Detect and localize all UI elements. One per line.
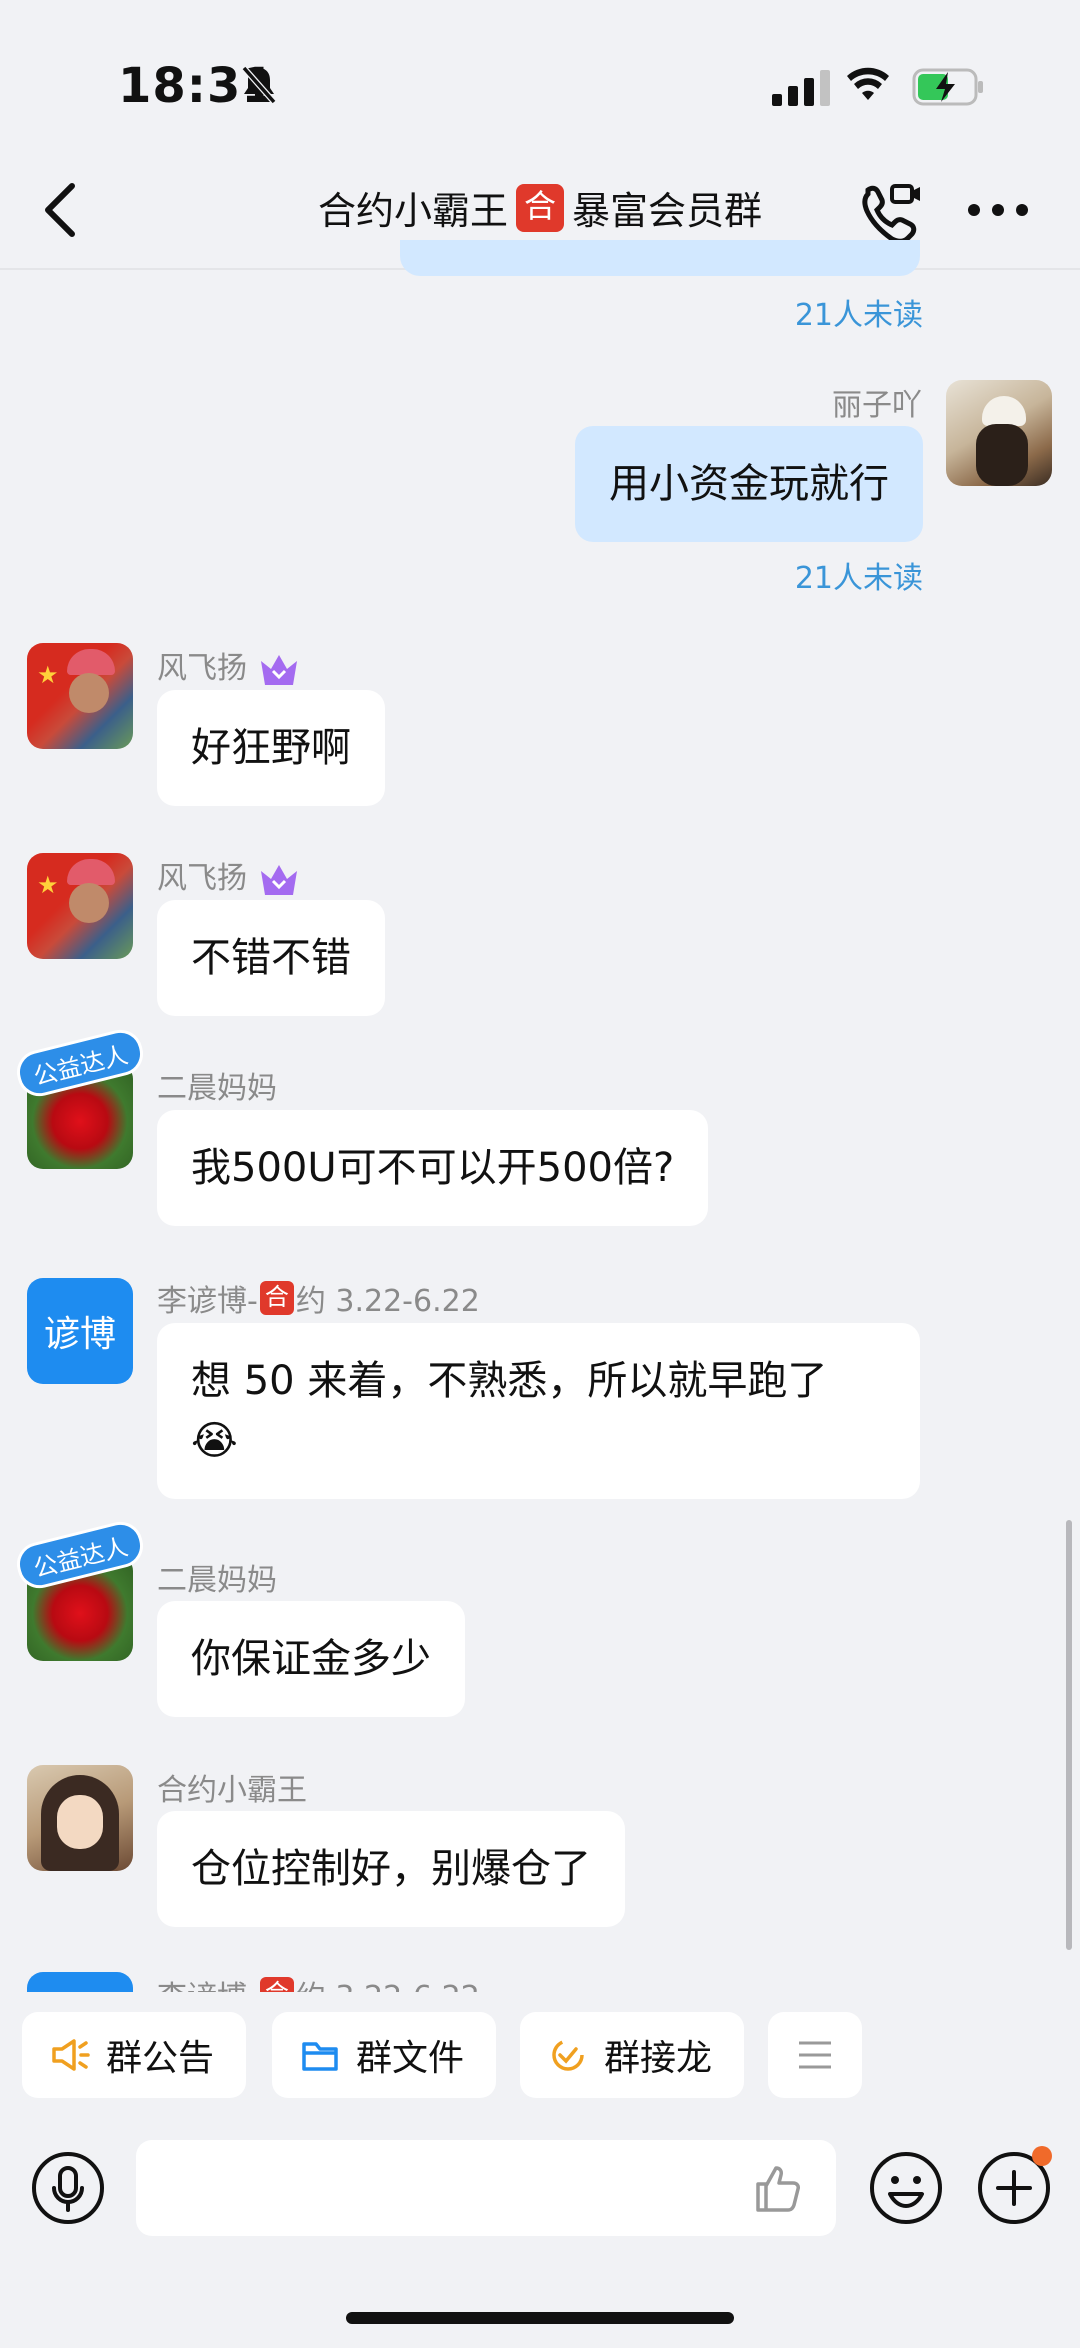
sender-tag: 约 3.22-6.22 [295, 1284, 480, 1319]
relay-button[interactable]: 群接龙 [520, 2012, 744, 2098]
home-indicator[interactable] [346, 2312, 734, 2324]
crown-icon [261, 864, 297, 895]
message-bubble[interactable]: 不错不错 [157, 900, 385, 1016]
crying-emoji: 😭 [191, 1418, 238, 1464]
sender-line: 风飞扬 [157, 853, 299, 897]
previous-bubble-fragment [400, 240, 920, 276]
sender-line: 李谚博- 合 约 3.22-6.22 [157, 1276, 480, 1320]
sender-name: 李谚博- [157, 1284, 258, 1319]
sender-line: 李谚博- 合 约 3.22-6.22 [157, 1972, 480, 1992]
avatar[interactable]: ★ [27, 853, 133, 959]
sender-line: 风飞扬 [157, 643, 299, 687]
announcement-button[interactable]: 群公告 [22, 2012, 246, 2098]
menu-icon [799, 2041, 831, 2069]
sender-name: 风飞扬 [157, 651, 247, 686]
message-bubble[interactable]: 仓位控制好，别爆仓了 [157, 1811, 625, 1927]
avatar[interactable]: ★ [27, 643, 133, 749]
unread-count[interactable]: 21人未读 [795, 553, 923, 597]
battery-charging-icon [912, 68, 983, 106]
files-button[interactable]: 群文件 [272, 2012, 496, 2098]
sender-name: 风飞扬 [157, 861, 247, 896]
avatar[interactable]: 谚博 [27, 1278, 133, 1384]
bell-muted-icon [241, 66, 277, 104]
contract-badge: 合 [259, 1977, 294, 1992]
emoji-icon[interactable] [868, 2150, 944, 2226]
avatar[interactable] [946, 380, 1052, 486]
notification-dot [1032, 2146, 1052, 2166]
chat-title-pre: 合约小霸王 [317, 189, 508, 233]
more-icon[interactable] [966, 190, 1030, 230]
more-tools-button[interactable] [768, 2012, 862, 2098]
sender-name: 二晨妈妈 [157, 1071, 277, 1106]
signal-icon [772, 70, 830, 106]
sender-name: 丽子吖 [832, 388, 922, 423]
message-bubble[interactable]: 想 50 来着，不熟悉，所以就早跑了 😭 [157, 1323, 920, 1499]
announcement-label: 群公告 [106, 2038, 215, 2079]
speaker-icon [52, 2039, 90, 2071]
relay-icon [552, 2039, 584, 2071]
avatar[interactable] [27, 1972, 133, 1992]
clipped-message: 李谚博- 合 约 3.22-6.22 [0, 1960, 1080, 1992]
sender-name: 合约小霸王 [157, 1773, 307, 1808]
message-text: 想 50 来着，不熟悉，所以就早跑了 [191, 1358, 828, 1404]
avatar[interactable] [27, 1765, 133, 1871]
message-bubble[interactable]: 你保证金多少 [157, 1601, 465, 1717]
folder-icon [302, 2042, 338, 2071]
message-bubble[interactable]: 用小资金玩就行 [575, 426, 923, 542]
message-bubble[interactable]: 好狂野啊 [157, 690, 385, 806]
contract-badge: 合 [516, 183, 564, 232]
unread-count[interactable]: 21人未读 [795, 290, 923, 334]
crown-icon [261, 654, 297, 685]
message-bubble[interactable]: 我500U可不可以开500倍? [157, 1110, 709, 1226]
files-label: 群文件 [356, 2038, 465, 2079]
sender-name: 二晨妈妈 [157, 1563, 277, 1598]
wifi-icon [847, 67, 889, 100]
relay-label: 群接龙 [604, 2038, 713, 2079]
sender-name: 李谚博- [157, 1972, 258, 1992]
chat-title-post: 暴富会员群 [572, 189, 763, 233]
contract-badge: 合 [259, 1281, 294, 1315]
message-input[interactable] [136, 2140, 836, 2236]
voice-icon[interactable] [30, 2150, 106, 2226]
sender-tag: 约 3.22-6.22 [296, 1972, 480, 1992]
video-call-icon[interactable] [858, 182, 922, 242]
scrollbar[interactable] [1066, 1520, 1072, 1950]
thumbs-up-icon[interactable] [752, 2162, 804, 2214]
